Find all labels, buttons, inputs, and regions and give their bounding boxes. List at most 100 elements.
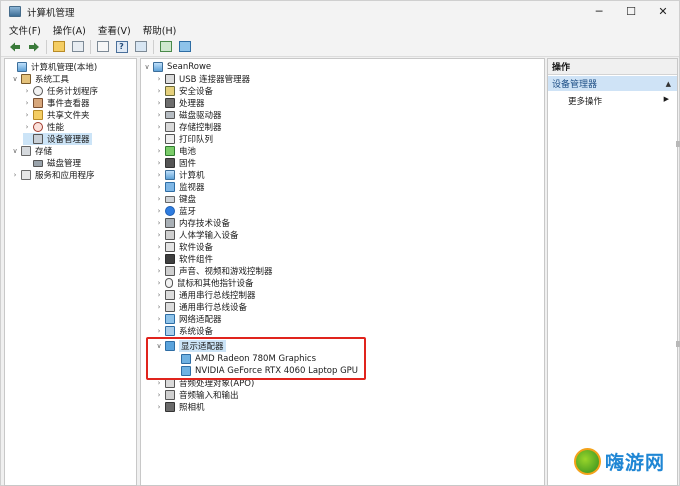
expand-arrow-icon[interactable]: › [155, 219, 163, 227]
expand-arrow-icon[interactable]: › [155, 99, 163, 107]
device-category-mice[interactable]: › 鼠标和其他指针设备 [155, 277, 254, 289]
device-category-memory-technology-devices[interactable]: › 内存技术设备 [155, 217, 230, 229]
device-category-audio-inputs-outputs[interactable]: › 音频输入和输出 [155, 389, 239, 401]
close-button[interactable]: ✕ [647, 1, 679, 22]
menu-view[interactable]: 查看(V) [98, 23, 131, 37]
hid-icon [165, 230, 175, 240]
collapse-arrow-icon[interactable]: ∨ [11, 75, 19, 83]
expand-arrow-icon[interactable]: › [155, 147, 163, 155]
menu-help[interactable]: 帮助(H) [143, 23, 177, 37]
export-list-button[interactable] [95, 39, 110, 54]
expand-arrow-icon[interactable]: › [155, 111, 163, 119]
collapse-arrow-icon[interactable]: ∨ [143, 63, 151, 71]
device-category-firmware[interactable]: › 固件 [155, 157, 196, 169]
expand-arrow-icon[interactable]: › [155, 391, 163, 399]
properties-icon [134, 41, 147, 52]
expand-arrow-icon[interactable]: › [155, 231, 163, 239]
expand-arrow-icon[interactable]: › [155, 267, 163, 275]
up-folder-icon [52, 41, 65, 52]
tree-item-label: 性能 [47, 123, 65, 133]
expand-arrow-icon[interactable]: › [155, 327, 163, 335]
tree-item-shared-folders[interactable]: › 共享文件夹 [23, 109, 90, 121]
device-category-keyboards[interactable]: › 键盘 [155, 193, 196, 205]
tree-item-storage[interactable]: ∨ 存储 [11, 145, 52, 157]
expand-arrow-icon[interactable]: › [155, 207, 163, 215]
device-category-cameras[interactable]: › 照相机 [155, 401, 205, 413]
menu-action[interactable]: 操作(A) [53, 23, 86, 37]
actions-section-device-manager[interactable]: 设备管理器 ▲ [548, 76, 677, 91]
device-category-network-adapters[interactable]: › 网络适配器 [155, 313, 222, 325]
collapse-triangle-icon[interactable]: ▲ [666, 80, 671, 88]
device-category-disk-drives[interactable]: › 磁盘驱动器 [155, 109, 222, 121]
device-category-batteries[interactable]: › 电池 [155, 145, 196, 157]
expand-arrow-icon[interactable]: › [155, 159, 163, 167]
properties-button[interactable] [133, 39, 148, 54]
expand-arrow-icon[interactable]: › [155, 291, 163, 299]
menu-file[interactable]: 文件(F) [9, 23, 41, 37]
services-icon [21, 170, 31, 180]
expand-arrow-icon[interactable]: › [155, 123, 163, 131]
device-category-security-devices[interactable]: › 安全设备 [155, 85, 213, 97]
expand-arrow-icon[interactable]: › [155, 183, 163, 191]
help-button[interactable]: ? [114, 39, 129, 54]
up-one-level-button[interactable] [51, 39, 66, 54]
action-button[interactable] [158, 39, 173, 54]
expand-arrow-icon[interactable]: › [155, 135, 163, 143]
device-category-human-interface-devices[interactable]: › 人体学输入设备 [155, 229, 239, 241]
software-component-icon [165, 254, 175, 264]
maximize-button[interactable]: ☐ [615, 1, 647, 22]
device-category-processors[interactable]: › 处理器 [155, 97, 205, 109]
expand-arrow-icon[interactable]: › [155, 195, 163, 203]
expand-arrow-icon[interactable]: › [23, 87, 31, 95]
tree-item-device-manager[interactable]: 设备管理器 [23, 133, 92, 145]
device-category-usb-devices[interactable]: › 通用串行总线设备 [155, 301, 247, 313]
device-category-label: 处理器 [179, 99, 205, 109]
more-actions-link[interactable]: 更多操作 [568, 95, 602, 107]
expand-arrow-icon[interactable]: › [155, 243, 163, 251]
expand-arrow-icon[interactable]: › [155, 315, 163, 323]
expand-arrow-icon[interactable]: › [155, 379, 163, 387]
tree-item-computer-management-local[interactable]: 计算机管理(本地) [7, 61, 97, 73]
tree-item-event-viewer[interactable]: › 事件查看器 [23, 97, 90, 109]
expand-arrow-icon[interactable]: › [155, 87, 163, 95]
expand-arrow-icon[interactable]: › [23, 123, 31, 131]
device-category-monitors[interactable]: › 监视器 [155, 181, 205, 193]
device-tree-root[interactable]: ∨ SeanRowe [143, 61, 211, 73]
tree-item-task-scheduler[interactable]: › 任务计划程序 [23, 85, 98, 97]
expand-arrow-icon[interactable]: › [155, 279, 163, 287]
device-category-software-devices[interactable]: › 软件设备 [155, 241, 213, 253]
expand-arrow-icon[interactable]: › [155, 171, 163, 179]
device-category-bluetooth[interactable]: › 蓝牙 [155, 205, 196, 217]
device-category-usb-connector-managers[interactable]: › USB 连接器管理器 [155, 73, 250, 85]
expand-arrow-icon[interactable]: › [155, 75, 163, 83]
navigation-tree-pane[interactable]: 计算机管理(本地) ∨ 系统工具 › 任务计划程序 › 事件查看器 › 共享文件… [4, 58, 137, 486]
show-hide-tree-button[interactable] [70, 39, 85, 54]
tree-item-disk-management[interactable]: 磁盘管理 [23, 157, 81, 169]
minimize-button[interactable]: ─ [583, 1, 615, 22]
device-category-computer[interactable]: › 计算机 [155, 169, 205, 181]
forward-button[interactable] [26, 39, 41, 54]
device-category-usb-controllers[interactable]: › 通用串行总线控制器 [155, 289, 256, 301]
expand-arrow-icon[interactable]: › [23, 99, 31, 107]
device-category-print-queues[interactable]: › 打印队列 [155, 133, 213, 145]
scan-hardware-button[interactable] [177, 39, 192, 54]
device-category-system-devices[interactable]: › 系统设备 [155, 325, 213, 337]
tree-item-performance[interactable]: › 性能 [23, 121, 64, 133]
tree-item-label: 任务计划程序 [47, 87, 99, 97]
expand-arrow-icon[interactable]: › [155, 255, 163, 263]
tree-item-services-and-applications[interactable]: › 服务和应用程序 [11, 169, 95, 181]
collapse-arrow-icon[interactable]: ∨ [11, 147, 19, 155]
submenu-arrow-icon[interactable]: ▶ [664, 95, 669, 103]
system-device-icon [165, 326, 175, 336]
device-category-software-components[interactable]: › 软件组件 [155, 253, 213, 265]
expand-arrow-icon[interactable]: › [23, 111, 31, 119]
device-category-storage-controllers[interactable]: › 存储控制器 [155, 121, 222, 133]
expand-arrow-icon[interactable]: › [155, 403, 163, 411]
tree-item-system-tools[interactable]: ∨ 系统工具 [11, 73, 69, 85]
expand-arrow-icon[interactable]: › [155, 303, 163, 311]
expand-arrow-icon[interactable]: › [11, 171, 19, 179]
back-button[interactable] [7, 39, 22, 54]
computer-icon [17, 62, 27, 72]
device-category-sound-video-game-controllers[interactable]: › 声音、视频和游戏控制器 [155, 265, 273, 277]
device-tree-pane[interactable]: ∨ SeanRowe › USB 连接器管理器 › 安全设备 › 处理器 › 磁盘驱动器… [140, 58, 545, 486]
